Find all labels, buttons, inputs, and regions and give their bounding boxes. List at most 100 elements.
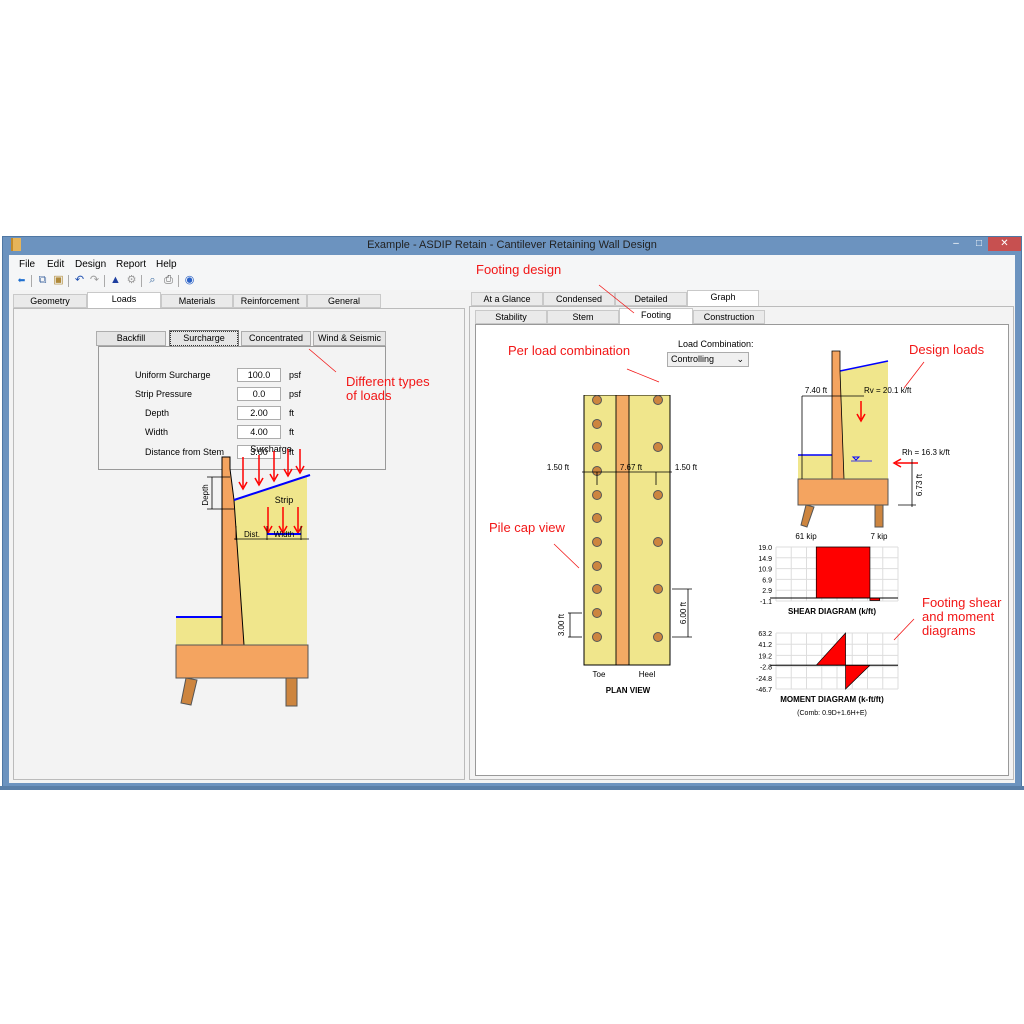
vertical-pile	[285, 677, 298, 707]
batter-pile	[180, 677, 198, 706]
undo-icon[interactable]: ↶	[73, 274, 86, 287]
y-tick-label: 19.2	[758, 653, 772, 660]
heel-label: Heel	[639, 670, 656, 679]
annotation-design-loads: Design loads	[909, 342, 985, 357]
tab-loads[interactable]: Loads	[87, 292, 161, 309]
chart-subtitle: (Comb: 0.9D+1.6H+E)	[797, 710, 867, 717]
tab-stability[interactable]: Stability	[475, 310, 547, 324]
width-input[interactable]: 4.00	[237, 425, 281, 439]
graph-subtab-strip: Stability Stem Footing Construction	[475, 308, 775, 325]
rh-arrow	[892, 458, 918, 468]
close-button[interactable]: ✕	[988, 237, 1021, 251]
left-tab-strip: Geometry Loads Materials Reinforcement G…	[13, 292, 463, 309]
wall-loads-diagram: Surcharge Strip Depth Dist. Width	[175, 444, 311, 707]
batter-pile	[800, 504, 815, 528]
field-label: Uniform Surcharge	[135, 370, 211, 380]
y-tick-label: 14.9	[758, 556, 772, 563]
settings-icon[interactable]: ⚙	[125, 274, 138, 287]
y-tick-label: -1.1	[760, 599, 772, 606]
tab-condensed[interactable]: Condensed	[543, 292, 615, 306]
y-tick-label: 19.0	[758, 545, 772, 552]
toe-label: Toe	[593, 670, 606, 679]
strip-label: Strip	[275, 495, 294, 505]
heel-spacing-label: 6.00 ft	[679, 601, 688, 624]
help-icon[interactable]: ◉	[183, 274, 196, 287]
toe-spacing-dimension	[568, 612, 582, 638]
width-label: 7.67 ft	[620, 463, 643, 472]
backfill-button[interactable]: Backfill	[96, 331, 166, 346]
tab-stem[interactable]: Stem	[547, 310, 619, 324]
vertical-pile	[874, 504, 884, 528]
print-icon[interactable]: ⎙	[162, 274, 175, 287]
footing	[175, 644, 309, 679]
tab-reinforcement[interactable]: Reinforcement	[233, 294, 307, 308]
tab-materials[interactable]: Materials	[161, 294, 233, 308]
footing	[797, 478, 889, 506]
toe-soil	[176, 617, 222, 649]
menu-report[interactable]: Report	[116, 259, 146, 270]
footing-graph-area: Load Combination: Controlling ⌄ 1.50 ft …	[475, 324, 1009, 776]
load-combination-value: Controlling	[671, 354, 715, 364]
stem-plan	[615, 395, 630, 666]
y-tick-label: 41.2	[758, 642, 772, 649]
tab-graph[interactable]: Graph	[687, 290, 759, 307]
menu-help[interactable]: Help	[156, 259, 177, 270]
tab-general[interactable]: General	[307, 294, 381, 308]
field-label: Width	[145, 427, 169, 437]
surcharge-label: Surcharge	[250, 444, 292, 454]
depth-input[interactable]: 2.00	[237, 406, 281, 420]
diagram-area	[776, 546, 898, 601]
annotation-per-load-combination: Per load combination	[508, 343, 631, 358]
app-window: Example - ASDIP Retain - Cantilever Reta…	[2, 236, 1022, 788]
y-tick-label: 6.9	[762, 577, 772, 584]
client-area: File Edit Design Report Help ⬅ ⧉ ▣ ↶ ↷ ▲…	[9, 255, 1015, 783]
maximize-button[interactable]: □	[969, 237, 989, 251]
shear-diagram: 19.0 14.9 10.9 6.9 2.9 -1.1 SHEAR DIAGRAM (k/f…	[758, 545, 899, 616]
backfill-soil	[234, 475, 307, 645]
pm-arrow-icon[interactable]: ⬅	[15, 274, 28, 287]
field-label: Depth	[145, 408, 170, 418]
copy-icon[interactable]: ⧉	[36, 274, 49, 287]
design-icon[interactable]: ▲	[109, 274, 122, 287]
tab-at-a-glance[interactable]: At a Glance	[471, 292, 543, 306]
annotation-pile-cap-view: Pile cap view	[489, 520, 565, 535]
annotation-different-loads: Different types of loads	[346, 374, 430, 403]
tab-geometry[interactable]: Geometry	[13, 294, 87, 308]
unit-label: ft	[289, 408, 295, 418]
surcharge-button[interactable]: Surcharge	[169, 330, 239, 347]
chart-title: SHEAR DIAGRAM (k/ft)	[788, 607, 876, 616]
paste-icon[interactable]: ▣	[52, 274, 65, 287]
annotation-footing-design: Footing design	[476, 262, 562, 277]
wind-seismic-button[interactable]: Wind & Seismic	[313, 331, 386, 346]
toe-pile-reaction: 61 kip	[795, 532, 817, 541]
y-tick-label: -46.7	[756, 687, 772, 694]
rv-distance-label: 7.40 ft	[805, 386, 828, 395]
right-edge-label: 1.50 ft	[675, 463, 698, 472]
preview-icon[interactable]: ⌕	[146, 274, 159, 287]
minimize-button[interactable]: –	[946, 237, 966, 251]
dist-label: Dist.	[244, 530, 260, 539]
menu-file[interactable]: File	[19, 259, 35, 270]
tab-footing[interactable]: Footing	[619, 308, 693, 325]
plan-view-title: PLAN VIEW	[606, 686, 651, 695]
chart-title: MOMENT DIAGRAM (k-ft/ft)	[780, 695, 884, 704]
width-label: Width	[274, 530, 294, 539]
menu-design[interactable]: Design	[75, 259, 106, 270]
tab-construction[interactable]: Construction	[693, 310, 765, 324]
menu-edit[interactable]: Edit	[47, 259, 64, 270]
unit-label: psf	[289, 389, 302, 399]
depth-label: Depth	[201, 484, 210, 505]
uniform-surcharge-input[interactable]: 100.0	[237, 368, 281, 382]
rh-label: Rh = 16.3 k/ft	[902, 448, 951, 457]
redo-icon[interactable]: ↷	[88, 274, 101, 287]
load-combination-select[interactable]: Controlling ⌄	[667, 352, 749, 367]
strip-pressure-input[interactable]: 0.0	[237, 387, 281, 401]
tab-detailed[interactable]: Detailed	[615, 292, 687, 306]
moment-diagram: 63.241.219.2-2.8-24.8-46.7MOMENT DIAGRAM…	[756, 631, 899, 717]
left-edge-label: 1.50 ft	[547, 463, 570, 472]
toe-spacing-label: 3.00 ft	[557, 613, 566, 636]
concentrated-button[interactable]: Concentrated	[241, 331, 311, 346]
unit-label: psf	[289, 370, 302, 380]
annotation-footing-diagrams: Footing shear and moment diagrams	[922, 595, 1002, 638]
report-tab-strip: At a Glance Condensed Detailed Graph	[471, 290, 1011, 307]
